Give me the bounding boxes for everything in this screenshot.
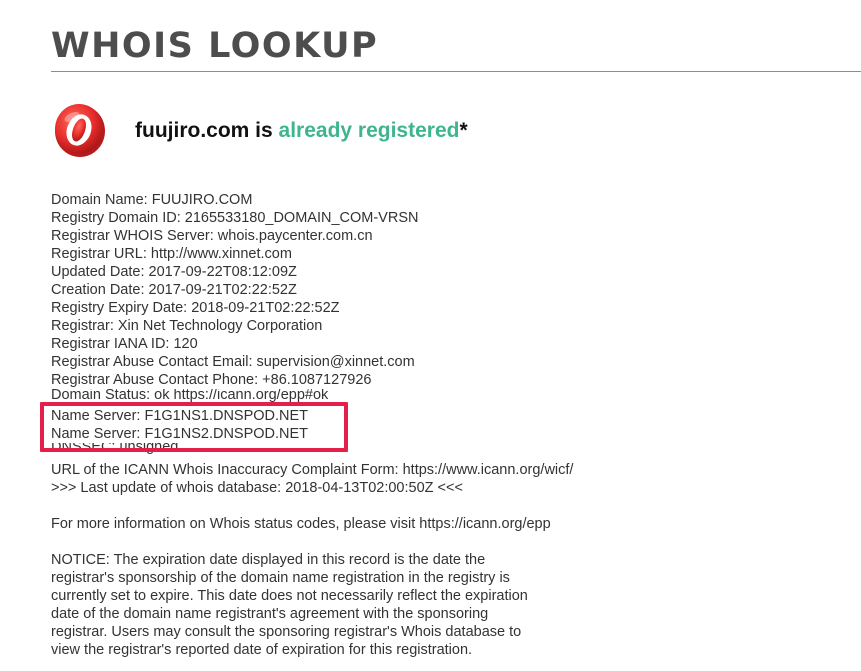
registration-status: fuujiro.com is already registered*	[135, 117, 468, 145]
notice-line: view the registrar's reported date of ex…	[51, 642, 473, 658]
domain-name: fuujiro.com	[135, 119, 250, 142]
notice-line: currently set to expire. This date does …	[51, 588, 528, 604]
record-line: >>> Last update of whois database: 2018-…	[51, 480, 463, 496]
record-line: Registry Domain ID: 2165533180_DOMAIN_CO…	[51, 210, 419, 226]
registered-badge-icon	[55, 104, 105, 157]
record-line: Registrar IANA ID: 120	[51, 336, 198, 352]
notice-line: date of the domain name registrant's agr…	[51, 606, 489, 622]
status-connector: is	[249, 119, 279, 142]
record-line: Registrar: Xin Net Technology Corporatio…	[51, 318, 323, 334]
record-lines-top: Domain Name: FUUJIRO.COM Registry Domain …	[51, 191, 851, 389]
record-line: Updated Date: 2017-09-22T08:12:09Z	[51, 264, 297, 280]
notice-line: registrar's sponsorship of the domain na…	[51, 570, 510, 586]
record-line: Registrar Abuse Contact Phone: +86.10871…	[51, 372, 372, 388]
status-suffix: *	[459, 119, 468, 142]
name-server-line: Name Server: F1G1NS1.DNSPOD.NET	[51, 408, 309, 424]
notice-line: registrar. Users may consult the sponsor…	[51, 624, 522, 640]
notice-line: NOTICE: The expiration date displayed in…	[51, 552, 486, 568]
record-line: URL of the ICANN Whois Inaccuracy Compla…	[51, 462, 574, 478]
status-info-line: For more information on Whois status cod…	[51, 516, 551, 532]
whois-record: Domain Name: FUUJIRO.COM Registry Domain …	[51, 191, 851, 659]
domain-status-line: Domain Status: ok https://icann.org/epp#…	[51, 389, 329, 403]
name-server-line: Name Server: F1G1NS2.DNSPOD.NET	[51, 426, 309, 442]
record-line: Creation Date: 2017-09-21T02:22:52Z	[51, 282, 297, 298]
record-line: Registrar WHOIS Server: whois.paycenter.…	[51, 228, 373, 244]
record-line: Domain Name: FUUJIRO.COM	[51, 192, 253, 208]
notice-text: NOTICE: The expiration date displayed in…	[51, 551, 851, 659]
page-title: WHOIS LOOKUP	[51, 26, 379, 66]
record-line: Registrar URL: http://www.xinnet.com	[51, 246, 292, 262]
record-line: Registrar Abuse Contact Email: supervisi…	[51, 354, 415, 370]
dnssec-line: DNSSEC: unsigned	[51, 443, 179, 455]
record-line: Registry Expiry Date: 2018-09-21T02:22:5…	[51, 300, 340, 316]
title-divider	[51, 71, 861, 72]
status-state: already registered	[278, 119, 460, 142]
